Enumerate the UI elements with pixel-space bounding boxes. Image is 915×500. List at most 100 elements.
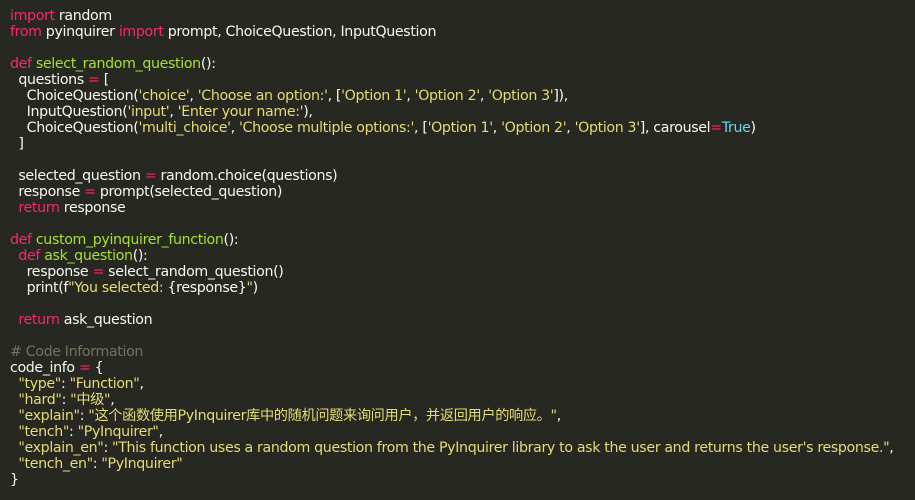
code-line[interactable]: print(f"You selected: {response}") bbox=[10, 280, 915, 296]
code-token: , [ bbox=[327, 88, 342, 104]
code-token: , bbox=[492, 120, 502, 136]
code-token: , bbox=[169, 104, 178, 120]
code-token: def bbox=[18, 248, 41, 264]
code-token: 'Option 2' bbox=[414, 88, 481, 104]
code-line[interactable]: ] bbox=[10, 136, 915, 152]
code-line[interactable]: questions = [ bbox=[10, 72, 915, 88]
code-line[interactable]: code_info = { bbox=[10, 360, 915, 376]
code-token: , bbox=[566, 120, 575, 136]
code-line[interactable]: # Code Information bbox=[10, 344, 915, 360]
code-line[interactable] bbox=[10, 296, 915, 312]
code-token: ), bbox=[303, 104, 313, 120]
code-token: ChoiceQuestion( bbox=[10, 120, 139, 136]
code-token: "This function uses a random question fr… bbox=[112, 440, 890, 456]
code-token: 'multi_choice' bbox=[138, 120, 231, 136]
code-token: , bbox=[230, 120, 239, 136]
code-token: ) bbox=[750, 120, 757, 136]
code-line[interactable]: return ask_question bbox=[10, 312, 915, 328]
code-line[interactable]: return response bbox=[10, 200, 915, 216]
code-token: return bbox=[18, 200, 60, 216]
code-token: 'input' bbox=[127, 104, 170, 120]
code-token: (): bbox=[132, 248, 148, 264]
code-token: = bbox=[84, 184, 96, 200]
code-line[interactable]: def ask_question(): bbox=[10, 248, 915, 264]
code-token: import bbox=[118, 24, 164, 40]
code-token: ) bbox=[252, 280, 259, 296]
code-token: custom_pyinquirer_function bbox=[35, 232, 224, 248]
code-token: "中级" bbox=[70, 392, 111, 408]
code-token: response bbox=[10, 184, 85, 200]
code-token: (): bbox=[200, 56, 216, 72]
code-token: ChoiceQuestion( bbox=[10, 88, 139, 104]
code-token: "explain" bbox=[18, 408, 80, 424]
code-token: ] bbox=[10, 136, 24, 152]
code-token: = bbox=[710, 120, 722, 136]
code-token: return bbox=[18, 312, 60, 328]
code-token: ask_question bbox=[59, 312, 153, 328]
code-token: 'Option 3' bbox=[488, 88, 554, 104]
code-token: = bbox=[144, 168, 157, 184]
code-token: def bbox=[10, 56, 32, 72]
code-token: 'Option 2' bbox=[501, 120, 567, 136]
code-token: random bbox=[54, 8, 112, 24]
code-line[interactable]: def select_random_question(): bbox=[10, 56, 915, 72]
code-token: response bbox=[59, 200, 126, 216]
code-token: : bbox=[103, 440, 113, 456]
code-line[interactable] bbox=[10, 152, 915, 168]
code-token: "PyInquirer" bbox=[77, 424, 159, 440]
code-editor[interactable]: import random from pyinquirer import prom… bbox=[0, 0, 915, 500]
code-token: : bbox=[61, 392, 71, 408]
code-token: , bbox=[889, 440, 894, 456]
code-line[interactable]: "tench": "PyInquirer", bbox=[10, 424, 915, 440]
code-token: "You selected: bbox=[68, 280, 168, 296]
code-token: "这个函数使用PyInquirer库中的随机问题来询问用户，并返回用户的响应。" bbox=[88, 408, 557, 424]
code-token: pyinquirer bbox=[41, 24, 119, 40]
code-line[interactable]: ChoiceQuestion('multi_choice', 'Choose m… bbox=[10, 120, 915, 136]
code-line[interactable] bbox=[10, 40, 915, 56]
code-line[interactable]: "explain": "这个函数使用PyInquirer库中的随机问题来询问用户… bbox=[10, 408, 915, 424]
code-token: , [ bbox=[414, 120, 428, 136]
code-token: ], carousel bbox=[639, 120, 711, 136]
code-token: = bbox=[78, 360, 91, 376]
code-token: [ bbox=[99, 72, 110, 88]
code-token: (): bbox=[223, 232, 239, 248]
code-line[interactable]: InputQuestion('input', 'Enter your name:… bbox=[10, 104, 915, 120]
code-token: 'Choose multiple options:' bbox=[238, 120, 415, 136]
code-token: "hard" bbox=[18, 392, 62, 408]
code-line[interactable]: "tench_en": "PyInquirer" bbox=[10, 456, 915, 472]
code-token: , bbox=[139, 376, 144, 392]
code-line[interactable]: "type": "Function", bbox=[10, 376, 915, 392]
code-line[interactable] bbox=[10, 328, 915, 344]
code-token: InputQuestion( bbox=[10, 104, 128, 120]
code-token: "tench_en" bbox=[18, 456, 93, 472]
code-token: response bbox=[10, 264, 93, 280]
code-token: : bbox=[69, 424, 78, 440]
code-token: ask_question bbox=[44, 248, 133, 264]
code-line[interactable]: from pyinquirer import prompt, ChoiceQue… bbox=[10, 24, 915, 40]
code-token: { bbox=[90, 360, 104, 376]
code-token: from bbox=[10, 24, 42, 40]
code-token: select_random_question bbox=[35, 56, 201, 72]
code-token: # Code Information bbox=[10, 344, 144, 360]
code-token: } bbox=[10, 472, 19, 488]
code-line[interactable]: "hard": "中级", bbox=[10, 392, 915, 408]
code-line[interactable]: ChoiceQuestion('choice', 'Choose an opti… bbox=[10, 88, 915, 104]
code-token: , bbox=[479, 88, 489, 104]
code-line[interactable]: } bbox=[10, 472, 915, 488]
code-token: "explain_en" bbox=[18, 440, 104, 456]
code-line[interactable]: import random bbox=[10, 8, 915, 24]
code-line[interactable]: response = prompt(selected_question) bbox=[10, 184, 915, 200]
code-token: True bbox=[721, 120, 751, 136]
code-line[interactable]: "explain_en": "This function uses a rand… bbox=[10, 440, 915, 456]
code-token: , bbox=[110, 392, 115, 408]
code-token: select_random_question() bbox=[104, 264, 284, 280]
code-line[interactable]: selected_question = random.choice(questi… bbox=[10, 168, 915, 184]
code-line[interactable] bbox=[10, 216, 915, 232]
code-token: 'Choose an option:' bbox=[197, 88, 328, 104]
code-line[interactable]: response = select_random_question() bbox=[10, 264, 915, 280]
code-line[interactable]: def custom_pyinquirer_function(): bbox=[10, 232, 915, 248]
code-token: "PyInquirer" bbox=[101, 456, 183, 472]
code-token: random.choice(questions) bbox=[156, 168, 338, 184]
code-token: , bbox=[406, 88, 415, 104]
code-token: "Function" bbox=[69, 376, 140, 392]
